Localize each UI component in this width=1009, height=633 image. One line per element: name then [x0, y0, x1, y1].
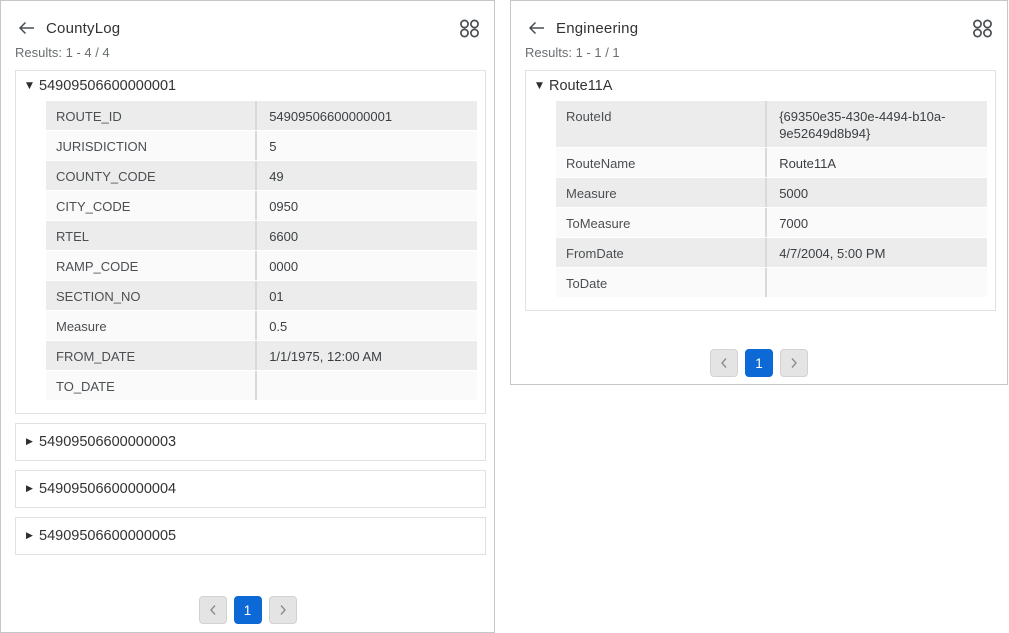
attribute-table: RouteId {69350e35-430e-4494-b10a-9e52649… — [556, 101, 987, 298]
feature-id: 54909506600000003 — [39, 434, 176, 450]
caret-right-icon: ▶ — [26, 437, 39, 447]
attribute-value: 01 — [257, 281, 477, 310]
current-page-button[interactable]: 1 — [745, 349, 773, 377]
feature-toggle-header[interactable]: ▶ 54909506600000003 — [16, 424, 485, 460]
caret-right-icon: ▶ — [26, 484, 39, 494]
attribute-label: FROM_DATE — [46, 341, 257, 370]
attribute-row: RouteName Route11A — [556, 148, 987, 178]
panel-header: CountyLog — [1, 1, 494, 38]
attribute-row: SECTION_NO 01 — [46, 281, 477, 311]
attribute-value: 4/7/2004, 5:00 PM — [767, 238, 987, 267]
previous-page-button[interactable] — [199, 596, 227, 624]
chevron-left-icon — [720, 357, 728, 369]
caret-right-icon: ▶ — [26, 531, 39, 541]
attribute-value: {69350e35-430e-4494-b10a-9e52649d8b94} — [767, 101, 987, 147]
attribute-value: 6600 — [257, 221, 477, 250]
attribute-value — [767, 268, 987, 297]
attribute-table: ROUTE_ID 54909506600000001 JURISDICTION … — [46, 101, 477, 401]
attribute-value: 1/1/1975, 12:00 AM — [257, 341, 477, 370]
results-count: Results: 1 - 4 / 4 — [1, 38, 494, 70]
attribute-row: JURISDICTION 5 — [46, 131, 477, 161]
current-page-button[interactable]: 1 — [234, 596, 262, 624]
attribute-row: RouteId {69350e35-430e-4494-b10a-9e52649… — [556, 101, 987, 148]
attribute-label: ROUTE_ID — [46, 101, 257, 130]
attribute-label: Measure — [556, 178, 767, 207]
attribute-row: RTEL 6600 — [46, 221, 477, 251]
attribute-label: TO_DATE — [46, 371, 257, 400]
arrow-left-icon — [18, 21, 35, 35]
feature-id: Route11A — [549, 78, 612, 94]
feature-id: 54909506600000001 — [39, 78, 176, 94]
countylog-feature-info-panel: CountyLog Results: 1 - 4 / 4 ▼ 549095066… — [0, 0, 495, 633]
attribute-row: COUNTY_CODE 49 — [46, 161, 477, 191]
feature-id: 54909506600000004 — [39, 481, 176, 497]
back-button[interactable] — [17, 20, 35, 36]
attribute-row: Measure 0.5 — [46, 311, 477, 341]
panel-title: Engineering — [556, 20, 971, 37]
attribute-label: RAMP_CODE — [46, 251, 257, 280]
attribute-row: FROM_DATE 1/1/1975, 12:00 AM — [46, 341, 477, 371]
attribute-label: RouteName — [556, 148, 767, 177]
feature-card-expanded: ▼ Route11A RouteId {69350e35-430e-4494-b… — [525, 70, 996, 311]
feature-id: 54909506600000005 — [39, 528, 176, 544]
attribute-label: FromDate — [556, 238, 767, 267]
caret-down-icon: ▼ — [536, 81, 549, 91]
attribute-label: ToMeasure — [556, 208, 767, 237]
next-page-button[interactable] — [269, 596, 297, 624]
attribute-value: 5 — [257, 131, 477, 160]
apps-grid-icon — [972, 19, 993, 38]
attribute-value: Route11A — [767, 148, 987, 177]
attribute-label: Measure — [46, 311, 257, 340]
engineering-feature-info-panel: Engineering Results: 1 - 1 / 1 ▼ Route11… — [510, 0, 1008, 385]
pagination: 1 — [1, 596, 494, 624]
panel-header: Engineering — [511, 1, 1007, 38]
feature-card-collapsed: ▶ 54909506600000004 — [15, 470, 486, 508]
feature-toggle-header[interactable]: ▶ 54909506600000005 — [16, 518, 485, 554]
attribute-label: CITY_CODE — [46, 191, 257, 220]
attribute-value: 0000 — [257, 251, 477, 280]
attribute-row: CITY_CODE 0950 — [46, 191, 477, 221]
back-button[interactable] — [527, 20, 545, 36]
arrow-left-icon — [528, 21, 545, 35]
attribute-value: 0950 — [257, 191, 477, 220]
attribute-row: TO_DATE — [46, 371, 477, 401]
next-page-button[interactable] — [780, 349, 808, 377]
attribute-row: ToMeasure 7000 — [556, 208, 987, 238]
previous-page-button[interactable] — [710, 349, 738, 377]
actions-button[interactable] — [458, 18, 480, 38]
attribute-row: RAMP_CODE 0000 — [46, 251, 477, 281]
attribute-value: 7000 — [767, 208, 987, 237]
attribute-label: ToDate — [556, 268, 767, 297]
pagination: 1 — [511, 349, 1007, 377]
attribute-label: RouteId — [556, 101, 767, 147]
feature-toggle-header[interactable]: ▶ 54909506600000004 — [16, 471, 485, 507]
feature-card-expanded: ▼ 54909506600000001 ROUTE_ID 54909506600… — [15, 70, 486, 414]
attribute-value: 54909506600000001 — [257, 101, 477, 130]
attribute-label: JURISDICTION — [46, 131, 257, 160]
actions-button[interactable] — [971, 18, 993, 38]
attribute-value — [257, 371, 477, 400]
attribute-row: FromDate 4/7/2004, 5:00 PM — [556, 238, 987, 268]
chevron-left-icon — [209, 604, 217, 616]
attribute-value: 5000 — [767, 178, 987, 207]
attribute-row: Measure 5000 — [556, 178, 987, 208]
apps-grid-icon — [459, 19, 480, 38]
attribute-label: COUNTY_CODE — [46, 161, 257, 190]
feature-toggle-header[interactable]: ▼ Route11A — [526, 71, 995, 100]
panel-title: CountyLog — [46, 20, 458, 37]
attribute-value: 0.5 — [257, 311, 477, 340]
feature-toggle-header[interactable]: ▼ 54909506600000001 — [16, 71, 485, 100]
feature-card-collapsed: ▶ 54909506600000005 — [15, 517, 486, 555]
attribute-row: ToDate — [556, 268, 987, 298]
attribute-label: SECTION_NO — [46, 281, 257, 310]
results-count: Results: 1 - 1 / 1 — [511, 38, 1007, 70]
attribute-value: 49 — [257, 161, 477, 190]
chevron-right-icon — [279, 604, 287, 616]
chevron-right-icon — [790, 357, 798, 369]
caret-down-icon: ▼ — [26, 81, 39, 91]
feature-card-collapsed: ▶ 54909506600000003 — [15, 423, 486, 461]
attribute-row: ROUTE_ID 54909506600000001 — [46, 101, 477, 131]
attribute-label: RTEL — [46, 221, 257, 250]
